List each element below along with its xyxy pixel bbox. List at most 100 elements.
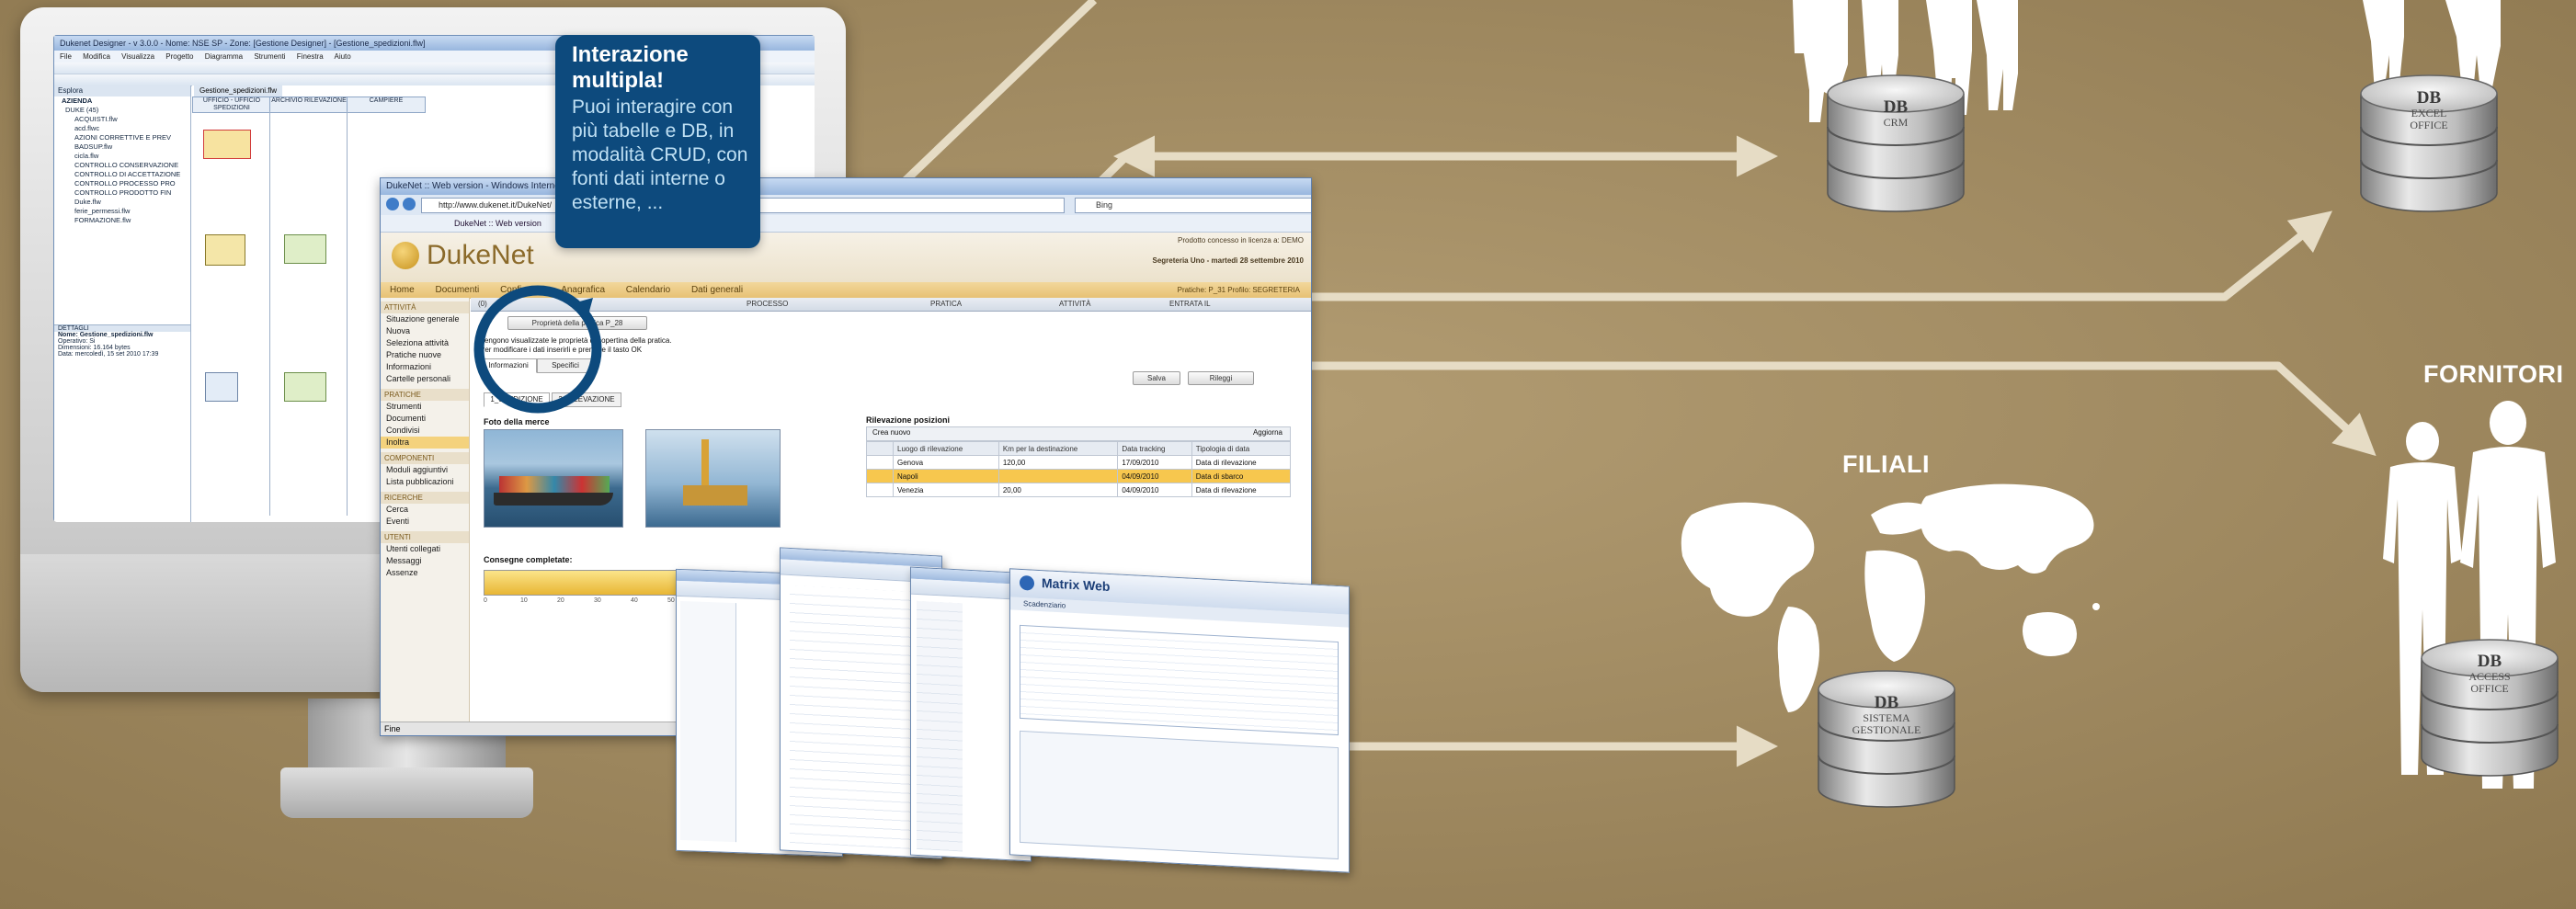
grid-col[interactable]: ATTIVITÀ [1059,300,1091,308]
delivered-title: Consegne completate: [484,555,573,564]
grid-col[interactable]: ENTRATA IL [1169,300,1211,308]
flow-node[interactable] [205,372,238,402]
matrix-form[interactable] [1020,730,1339,860]
app-logo: DukeNet [427,240,534,270]
sidebar-item[interactable]: Eventi [381,516,469,528]
callout-box: Interazione multipla! Puoi interagire co… [555,35,760,248]
matrix-title: Matrix Web [1042,575,1111,595]
tree-item[interactable]: CONTROLLO DI ACCETTAZIONE [54,170,190,179]
positions-toolbar: Crea nuovo Aggiorna [866,426,1291,441]
search-field[interactable]: Bing [1075,198,1311,213]
callout-body: Puoi interagire con più tabelle e DB, in… [572,97,748,213]
menu-finestra[interactable]: Finestra [297,52,324,61]
sidebar-item[interactable]: Utenti collegati [381,543,469,555]
menu-file[interactable]: File [60,52,72,61]
flow-node[interactable] [203,130,251,159]
menu-aiuto[interactable]: Aiuto [334,52,350,61]
tree-item[interactable]: BADSUP.flw [54,142,190,152]
sidebar-section-pratiche: PRATICHE [381,389,469,401]
sidebar-item[interactable]: Situazione generale [381,313,469,325]
matrix-grid[interactable] [1020,624,1339,736]
flow-node[interactable] [205,234,245,266]
delivered-bar [484,570,678,596]
sidebar-item[interactable]: Assenze [381,567,469,579]
delivered-bar-fill [484,571,678,595]
sidebar-item-inoltra[interactable]: Inoltra [381,437,469,449]
sidebar-item[interactable]: Condivisi [381,425,469,437]
sidebar-item[interactable]: Seleziona attività [381,337,469,349]
tree-item[interactable]: acd.flwc [54,124,190,133]
tree-item[interactable]: Duke.flw [54,198,190,207]
callout-ring [473,285,602,414]
sidebar-item[interactable]: Informazioni [381,361,469,373]
reload-button[interactable]: Rileggi [1188,371,1254,385]
menu-strumenti[interactable]: Strumenti [254,52,285,61]
tree-item[interactable]: FORMAZIONE.flw [54,216,190,225]
filiali-label: FILIALI [1842,450,1930,478]
matrix-logo-icon [1020,574,1034,591]
menu-diagramma[interactable]: Diagramma [205,52,243,61]
tree-item[interactable]: CONTROLLO CONSERVAZIONE [54,161,190,170]
refresh-button[interactable]: Aggiorna [1253,428,1282,437]
table-row[interactable]: Genova 120,00 17/09/2010 Data di rilevaz… [866,455,1292,470]
flow-node[interactable] [284,372,326,402]
tree-item[interactable]: cicla.flw [54,152,190,161]
tree-item[interactable]: ACQUISTI.flw [54,115,190,124]
explorer-title: Esplora [54,85,190,97]
explorer-tree: DUKE (45) ACQUISTI.flw acd.flwc AZIONI CORR… [54,106,190,225]
tree-root[interactable]: AZIENDA [54,97,190,106]
tree-item[interactable]: ferie_permessi.flw [54,207,190,216]
col-header[interactable]: Km per la destinazione [997,441,1119,456]
nav-profile: Pratiche: P_31 Profilo: SEGRETERIA [1177,286,1300,294]
nav-home[interactable]: Home [390,285,415,295]
sidebar-section-utenti: UTENTI [381,531,469,543]
table-row[interactable]: Venezia 20,00 04/09/2010 Data di rilevaz… [866,483,1292,497]
tree-item[interactable]: DUKE (45) [54,106,190,115]
app-sidebar: ATTIVITÀ Situazione generale Nuova Selez… [381,298,470,730]
web-titlebar: DukeNet :: Web version - Windows Interne… [381,178,1311,195]
table-row-selected[interactable]: Napoli 04/09/2010 Data di sbarco [866,469,1292,483]
tree-item[interactable]: AZIONI CORRETTIVE E PREV [54,133,190,142]
sidebar-item[interactable]: Moduli aggiuntivi [381,464,469,476]
col-header[interactable]: Luogo di rilevazione [893,441,999,456]
col-header[interactable]: Tipologia di data [1191,441,1292,456]
doc-tab[interactable]: Gestione_spedizioni.flw [194,85,283,97]
db-crm-label: DB CRM [1883,97,1909,129]
tree-item[interactable]: CONTROLLO PRODOTTO FIN [54,188,190,198]
nav-dati-generali[interactable]: Dati generali [691,285,743,295]
flow-node[interactable] [284,234,326,264]
grid-col[interactable]: PROCESSO [747,300,788,308]
sidebar-item[interactable]: Cartelle personali [381,373,469,385]
detail-line: Dimensioni: 16.164 bytes [58,345,131,351]
sidebar-section-ricerche: RICERCHE [381,492,469,504]
sidebar-item[interactable]: Documenti [381,413,469,425]
db-gestionale-label: DB SISTEMA GESTIONALE [1852,693,1921,736]
fornitori-label: FORNITORI [2423,360,2564,388]
new-record-button[interactable]: Crea nuovo [872,428,910,437]
nav-calendario[interactable]: Calendario [626,285,670,295]
back-icon[interactable] [386,198,399,210]
menu-progetto[interactable]: Progetto [165,52,193,61]
save-button[interactable]: Salva [1133,371,1180,385]
sidebar-item[interactable]: Pratiche nuove [381,349,469,361]
grid-col[interactable]: PRATICA [930,300,962,308]
cargo-ship-photo[interactable] [484,429,623,528]
tree-item[interactable]: CONTROLLO PROCESSO PRO [54,179,190,188]
matrix-web-window[interactable]: Matrix Web Scadenziario [1009,568,1350,873]
db-access-label: DB ACCESS OFFICE [2468,652,2511,695]
sidebar-item[interactable]: Nuova [381,325,469,337]
col-header[interactable]: Data tracking [1117,441,1192,456]
menu-visualizza[interactable]: Visualizza [121,52,154,61]
logo-icon [392,242,419,269]
port-crane-photo[interactable] [645,429,781,528]
browser-tab[interactable]: DukeNet :: Web version [381,215,1311,233]
sidebar-section-componenti: COMPONENTI [381,452,469,464]
menu-modifica[interactable]: Modifica [83,52,110,61]
lane-header: CAMPIERE [347,97,426,113]
sidebar-item[interactable]: Strumenti [381,401,469,413]
detail-line: Operativo: Si [58,338,96,345]
sidebar-item[interactable]: Lista pubblicazioni [381,476,469,488]
sidebar-item[interactable]: Messaggi [381,555,469,567]
forward-icon[interactable] [403,198,416,210]
sidebar-item[interactable]: Cerca [381,504,469,516]
